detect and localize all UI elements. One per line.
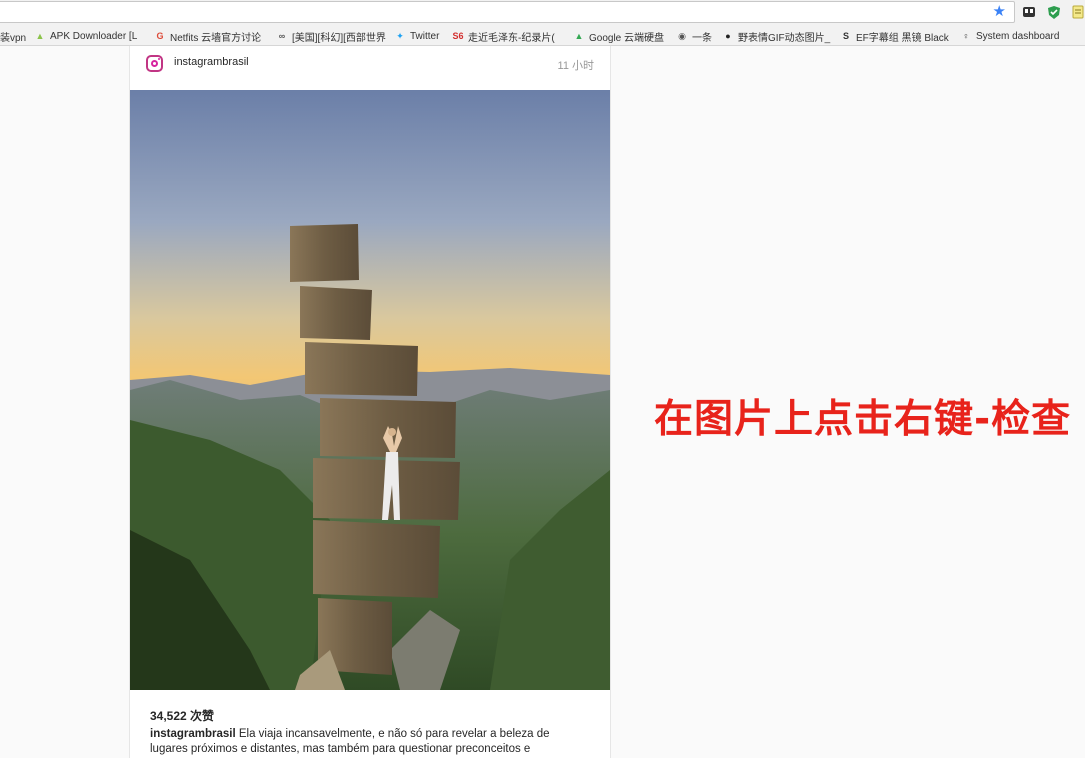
instagram-post-card: instagrambrasil 11 小时 34,522 次赞 instagra…: [129, 46, 611, 758]
s6-icon: S6: [452, 31, 464, 41]
post-time[interactable]: 11 小时: [558, 57, 594, 73]
bookmark-item[interactable]: 装vpn: [0, 28, 26, 44]
overlay-annotation: 在图片上点击右键-检查: [654, 397, 1072, 442]
star-icon[interactable]: ★: [993, 4, 1006, 20]
s-icon: S: [842, 31, 849, 41]
bookmark-label: 装vpn: [0, 32, 27, 44]
caption-username[interactable]: instagrambrasil: [150, 728, 236, 740]
bookmark-item[interactable]: ∞ [美国][科幻][西部世界: [276, 28, 386, 44]
bookmark-item[interactable]: ● 野表情GIF动态图片_: [722, 28, 830, 44]
bookmark-label: 走近毛泽东-纪录片(: [468, 32, 555, 44]
person-icon: ♀: [962, 31, 970, 41]
bookmark-item[interactable]: ▲ APK Downloader [L: [34, 28, 138, 44]
bookmark-item[interactable]: ♀ System dashboard: [960, 28, 1060, 44]
bookmark-item[interactable]: S6 走近毛泽东-纪录片(: [452, 28, 555, 44]
bookmark-label: Google 云端硬盘: [589, 32, 665, 44]
android-icon: ▲: [35, 31, 45, 41]
instagram-icon[interactable]: [146, 55, 163, 72]
browser-toolbar: ★: [0, 0, 1085, 24]
bookmark-label: APK Downloader [L: [50, 30, 138, 42]
address-bar[interactable]: ★: [0, 1, 1015, 23]
bookmark-item[interactable]: G Netfits 云墙官方讨论: [154, 28, 261, 44]
bookmarks-bar: 装vpn ▲ APK Downloader [L G Netfits 云墙官方讨论 ∞ [美…: [0, 24, 1085, 46]
bookmark-label: 野表情GIF动态图片_: [738, 32, 831, 44]
post-caption: instagrambrasil Ela viaja incansavelment…: [150, 727, 580, 757]
bookmark-label: Netfits 云墙官方讨论: [170, 32, 262, 44]
bookmark-label: 一条: [692, 32, 712, 44]
circle-icon: ◉: [678, 30, 686, 41]
extension-icon[interactable]: [1021, 4, 1037, 20]
post-header: instagrambrasil 11 小时: [130, 46, 610, 90]
google-plus-icon: G: [156, 31, 164, 41]
likes-count[interactable]: 34,522 次赞: [150, 707, 214, 724]
bookmark-label: EF字幕组 黑镜 Black: [856, 32, 949, 44]
bookmark-label: [美国][科幻][西部世界: [292, 32, 386, 44]
bookmark-label: Twitter: [410, 30, 440, 42]
bookmark-label: System dashboard: [976, 30, 1060, 42]
bookmark-item[interactable]: S EF字幕组 黑镜 Black: [840, 28, 949, 44]
post-photo[interactable]: [130, 90, 610, 690]
bookmark-item[interactable]: ✦ Twitter: [394, 28, 439, 44]
shield-icon[interactable]: [1046, 4, 1062, 20]
bookmark-item[interactable]: ▲ Google 云端硬盘: [573, 28, 665, 44]
face-icon: ●: [725, 31, 731, 41]
drive-icon: ▲: [574, 31, 584, 41]
post-username[interactable]: instagrambrasil: [174, 56, 249, 68]
link-icon: ∞: [278, 31, 286, 41]
extension-icon[interactable]: [1070, 4, 1085, 20]
twitter-icon: ✦: [396, 30, 404, 41]
bookmark-item[interactable]: ◉ 一条: [676, 28, 712, 44]
